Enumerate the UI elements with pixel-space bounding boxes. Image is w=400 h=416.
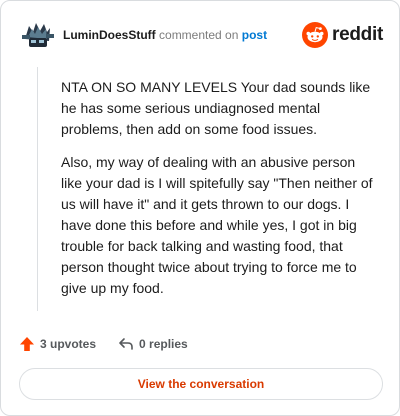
comment-byline: LuminDoesStuff commented on post [63,28,267,42]
replies-stat[interactable]: 0 replies [118,336,188,352]
comment-body: NTA ON SO MANY LEVELS Your dad sounds li… [61,77,379,311]
thread-line [37,67,38,311]
avatar[interactable] [19,17,55,53]
upvote-arrow-icon [20,337,34,351]
view-conversation-button[interactable]: View the conversation [19,368,383,400]
post-link[interactable]: post [242,28,267,42]
replies-count: 0 replies [139,337,188,351]
upvotes-stat[interactable]: 3 upvotes [19,336,96,352]
reddit-wordmark: reddit [332,24,383,45]
embedded-comment-card: LuminDoesStuff commented on post reddit … [0,0,400,416]
avatar-icon [19,17,55,53]
comment-footer: 3 upvotes 0 replies [19,334,210,354]
comment-header: LuminDoesStuff commented on post reddit [19,17,383,53]
username-link[interactable]: LuminDoesStuff [63,28,156,42]
action-text: commented on [159,28,239,42]
comment-paragraph: NTA ON SO MANY LEVELS Your dad sounds li… [61,79,371,137]
comment-paragraph: Also, my way of dealing with an abusive … [61,154,373,296]
reddit-brand-link[interactable]: reddit [302,21,383,49]
upvotes-count: 3 upvotes [40,337,97,351]
reply-arrow-icon [119,338,133,350]
reddit-snoo-icon [302,22,329,48]
